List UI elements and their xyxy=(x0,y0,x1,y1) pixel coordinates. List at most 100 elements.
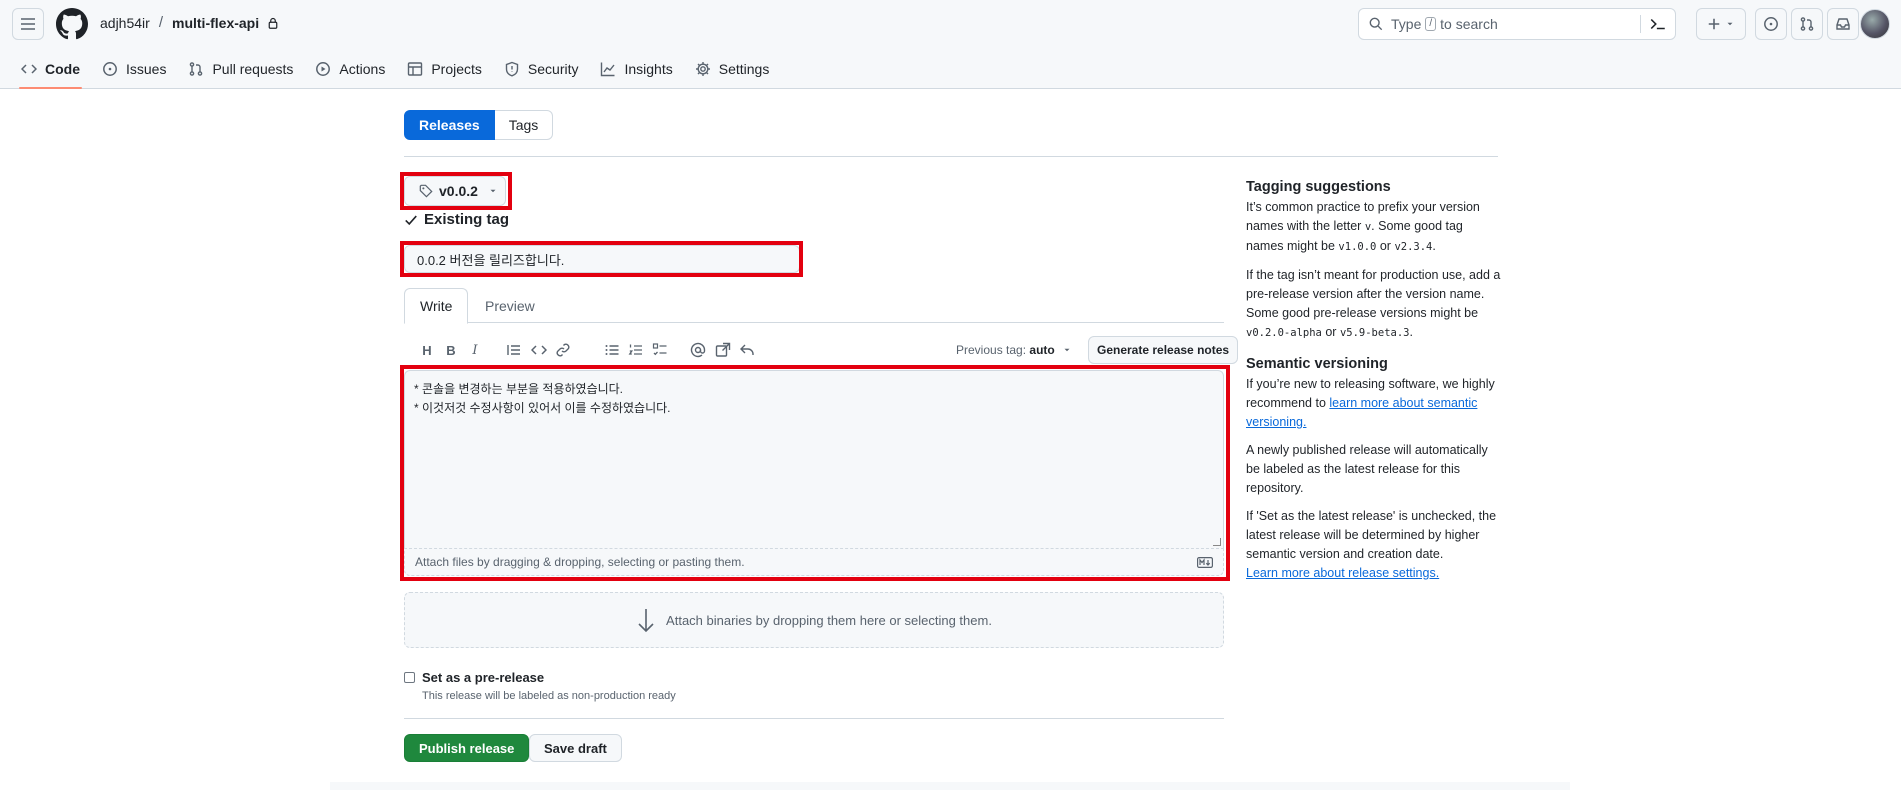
task-list-icon[interactable] xyxy=(651,341,669,359)
previous-tag-label: Previous tag: xyxy=(956,343,1027,357)
tab-preview[interactable]: Preview xyxy=(470,288,550,324)
release-settings-link[interactable]: Learn more about release settings. xyxy=(1246,566,1439,580)
italic-icon[interactable]: I xyxy=(466,341,484,359)
release-notes-line: * 이것저것 수정사항이 있어서 이를 수정하였습니다. xyxy=(414,401,671,415)
attach-binaries-text: Attach binaries by dropping them here or… xyxy=(666,612,992,628)
avatar[interactable] xyxy=(1860,9,1890,39)
repo-name-link[interactable]: multi-flex-api xyxy=(172,15,259,31)
tab-issues[interactable]: Issues xyxy=(94,48,174,89)
tab-label: Projects xyxy=(431,60,482,77)
tab-label: Code xyxy=(45,60,80,77)
quote-icon[interactable] xyxy=(505,341,523,359)
tag-status: Existing tag xyxy=(404,211,509,228)
inbox-icon xyxy=(1836,18,1850,30)
check-icon xyxy=(405,215,417,225)
save-draft-button[interactable]: Save draft xyxy=(529,734,622,762)
tab-actions[interactable]: Actions xyxy=(307,48,393,89)
breadcrumb-separator: / xyxy=(158,14,163,31)
graph-icon xyxy=(601,62,616,76)
plus-icon xyxy=(1708,18,1720,30)
tab-label: Security xyxy=(527,60,579,77)
code-icon[interactable] xyxy=(530,341,548,359)
cross-reference-icon[interactable] xyxy=(714,341,732,359)
bold-icon[interactable]: B xyxy=(442,341,460,359)
resize-handle[interactable] xyxy=(1213,538,1221,546)
tab-label: Actions xyxy=(339,60,386,77)
code-icon xyxy=(21,63,37,74)
heading-icon[interactable]: H xyxy=(418,341,436,359)
search-shortcut-key: / xyxy=(1425,17,1437,31)
divider xyxy=(404,156,1498,157)
app-header: adjh54ir / multi-flex-api Type / to sear… xyxy=(0,0,1901,89)
sidebar: Tagging suggestions It’s common practice… xyxy=(1246,178,1502,592)
tagging-title: Tagging suggestions xyxy=(1246,179,1391,195)
release-notes-line: * 콘솔을 변경하는 부분을 적용하였습니다. xyxy=(414,382,624,396)
release-title-input[interactable]: 0.0.2 버전을 릴리즈합니다. xyxy=(404,245,800,273)
tab-settings[interactable]: Settings xyxy=(687,48,778,89)
footer-strip xyxy=(330,782,1570,790)
issue-opened-icon xyxy=(1764,17,1778,31)
search-input[interactable]: Type / to search xyxy=(1358,8,1676,40)
tab-pull-requests[interactable]: Pull requests xyxy=(180,48,301,89)
markdown-icon xyxy=(1197,557,1213,568)
inbox-button[interactable] xyxy=(1827,8,1859,40)
ordered-list-icon[interactable] xyxy=(627,341,645,359)
table-icon xyxy=(408,61,423,76)
tagging-paragraph-1: It’s common practice to prefix your vers… xyxy=(1246,200,1480,253)
tab-security[interactable]: Security xyxy=(496,48,587,89)
arrow-down-icon xyxy=(638,609,654,633)
semver-title: Semantic versioning xyxy=(1246,356,1388,372)
previous-tag-value: auto xyxy=(1029,343,1055,357)
search-icon xyxy=(1369,17,1383,31)
hamburger-icon xyxy=(21,18,35,30)
tag-select-button[interactable]: v0.0.2 xyxy=(404,176,506,206)
semver-paragraph-2: A newly published release will automatic… xyxy=(1246,443,1488,495)
tab-projects[interactable]: Projects xyxy=(399,48,490,89)
releases-tags-toggle: Releases Tags xyxy=(404,110,554,140)
play-icon xyxy=(316,61,331,76)
generate-release-notes-button[interactable]: Generate release notes xyxy=(1088,336,1239,364)
semver-paragraph-3: If 'Set as the latest release' is unchec… xyxy=(1246,509,1497,580)
tab-insights[interactable]: Insights xyxy=(592,48,680,89)
unordered-list-icon[interactable] xyxy=(603,341,621,359)
prerelease-note: This release will be labeled as non-prod… xyxy=(422,690,676,702)
pull-requests-button[interactable] xyxy=(1791,8,1823,40)
tab-label: Pull requests xyxy=(212,60,294,77)
markdown-toolbar: H B I Previous tag: auto Generate releas… xyxy=(404,335,1239,365)
releases-tab[interactable]: Releases xyxy=(404,110,495,140)
attach-files-bar[interactable]: Attach files by dragging & dropping, sel… xyxy=(404,548,1224,576)
attach-files-text: Attach files by dragging & dropping, sel… xyxy=(415,555,745,569)
saved-replies-icon[interactable] xyxy=(738,341,756,359)
attach-binaries-dropzone[interactable]: Attach binaries by dropping them here or… xyxy=(404,592,1224,648)
tab-label: Insights xyxy=(624,60,673,77)
search-placeholder-start: Type xyxy=(1391,16,1422,32)
link-icon[interactable] xyxy=(554,341,572,359)
search-divider xyxy=(1640,15,1641,33)
tags-tab[interactable]: Tags xyxy=(494,110,554,140)
mention-icon[interactable] xyxy=(689,341,707,359)
tab-code[interactable]: Code xyxy=(13,48,88,89)
publish-release-button[interactable]: Publish release xyxy=(404,734,530,762)
tag-status-label: Existing tag xyxy=(424,211,510,228)
tab-write[interactable]: Write xyxy=(404,288,469,324)
menu-button[interactable] xyxy=(12,8,44,40)
tab-label: Issues xyxy=(126,60,167,77)
triangle-down-icon xyxy=(1727,22,1733,26)
shield-icon xyxy=(505,61,519,77)
tag-icon xyxy=(419,184,433,198)
editor-tabs: Write Preview xyxy=(404,288,1224,324)
command-palette-icon[interactable] xyxy=(1649,15,1667,33)
prerelease-label[interactable]: Set as a pre-release xyxy=(422,670,544,685)
release-title-value: 0.0.2 버전을 릴리즈합니다. xyxy=(417,252,565,268)
issue-opened-icon xyxy=(103,61,117,76)
divider xyxy=(404,718,1224,719)
github-logo-icon[interactable] xyxy=(56,8,88,40)
gear-icon xyxy=(695,61,710,76)
create-new-button[interactable] xyxy=(1696,8,1746,40)
git-pull-request-icon xyxy=(190,61,203,76)
release-notes-textarea[interactable]: * 콘솔을 변경하는 부분을 적용하였습니다. * 이것저것 수정사항이 있어서… xyxy=(404,370,1224,548)
previous-tag-select[interactable]: Previous tag: auto xyxy=(956,343,1072,357)
issues-button[interactable] xyxy=(1755,8,1787,40)
prerelease-checkbox[interactable] xyxy=(404,672,415,683)
repo-owner-link[interactable]: adjh54ir xyxy=(100,15,150,31)
